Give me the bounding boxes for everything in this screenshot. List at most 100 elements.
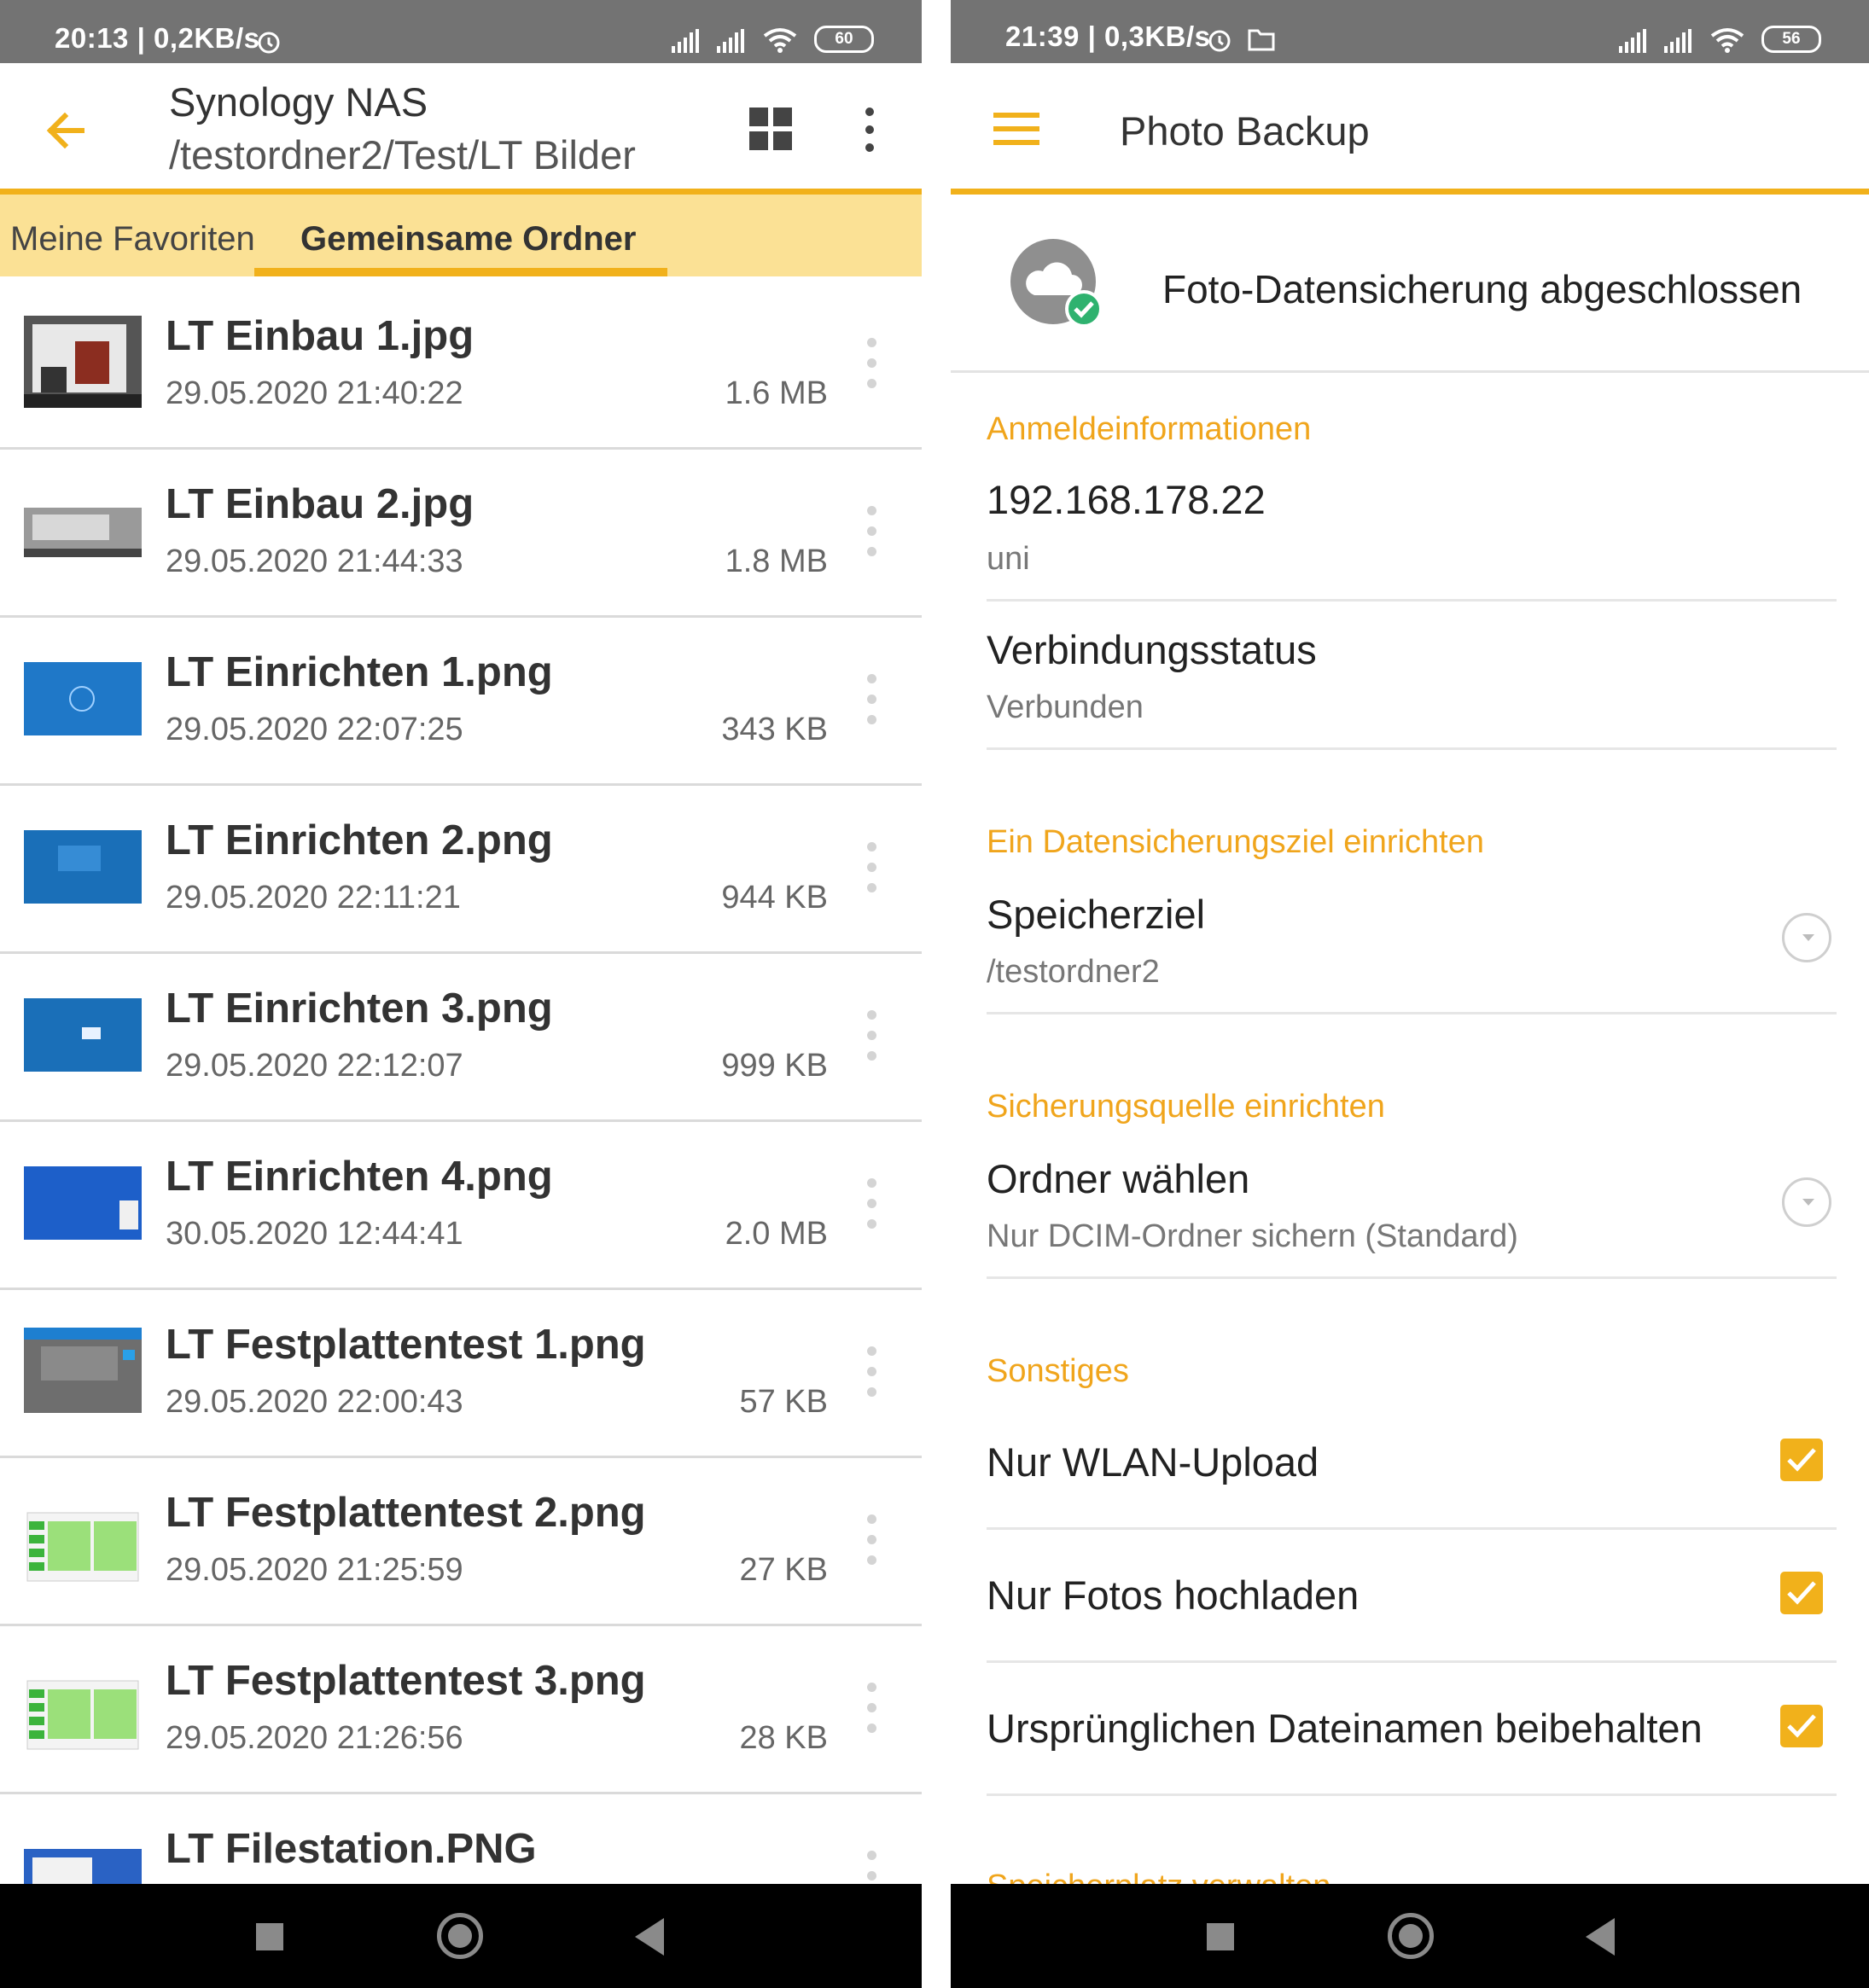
signal-icon [717,29,747,53]
file-date: 29.05.2020 21:40:22 [166,375,463,411]
back-button-icon[interactable] [1586,1918,1615,1956]
folder-select-label: Ordner wählen [987,1156,1250,1201]
file-size: 343 KB [721,712,828,747]
list-item[interactable]: LT Festplattentest 3.png 29.05.2020 21:2… [0,1626,922,1794]
more-options-icon[interactable] [865,1178,877,1229]
more-options-icon[interactable] [865,842,877,893]
file-date: 30.05.2020 12:44:41 [166,1216,463,1252]
account-user: uni [987,541,1030,577]
file-name: LT Festplattentest 3.png [166,1658,646,1704]
file-name: LT Einrichten 4.png [166,1154,553,1200]
wifi-icon [1710,28,1744,53]
hamburger-menu-icon[interactable] [993,113,1039,147]
file-name: LT Einbau 1.jpg [166,313,475,359]
storage-target-label: Speicherziel [987,892,1206,937]
folder-path: /testordner2/Test/LT Bilder [169,132,636,177]
status-bar: 20:13 | 0,2KB/s 60 [0,0,922,63]
divider [987,1660,1837,1663]
file-size: 944 KB [721,880,828,916]
list-item[interactable]: LT Einbau 1.jpg 29.05.2020 21:40:22 1.6 … [0,282,922,450]
chevron-down-icon[interactable] [1782,1177,1831,1227]
back-arrow-icon[interactable] [44,109,87,152]
file-name: LT Einrichten 1.png [166,649,553,695]
home-button-icon[interactable] [1388,1913,1434,1959]
file-size: 57 KB [739,1384,828,1420]
list-item[interactable]: LT Festplattentest 1.png 29.05.2020 22:0… [0,1290,922,1458]
section-header-backup-source: Sicherungsquelle einrichten [987,1089,1385,1125]
section-header-misc: Sonstiges [987,1353,1129,1389]
more-options-icon[interactable] [862,108,876,152]
app-toolbar: Photo Backup [951,63,1869,189]
more-options-icon[interactable] [865,1514,877,1566]
app-toolbar: Synology NAS /testordner2/Test/LT Bilder [0,63,922,189]
signal-icon [1618,29,1649,53]
battery-icon: 60 [814,26,874,53]
more-options-icon[interactable] [865,338,877,389]
more-options-icon[interactable] [865,1346,877,1398]
section-header-backup-target: Ein Datensicherungsziel einrichten [987,824,1484,860]
divider [987,747,1837,750]
file-name: LT Einrichten 3.png [166,985,553,1032]
list-item[interactable]: LT Einbau 2.jpg 29.05.2020 21:44:33 1.8 … [0,450,922,618]
file-thumbnail [24,316,142,408]
android-nav-bar [0,1884,922,1988]
connection-status-label: Verbindungsstatus [987,627,1317,672]
file-size: 27 KB [739,1552,828,1588]
divider [987,1276,1837,1279]
keep-filename-checkbox[interactable] [1780,1705,1823,1747]
list-item[interactable]: LT Einrichten 3.png 29.05.2020 22:12:07 … [0,954,922,1122]
toolbar-title: Photo Backup [1120,108,1370,154]
file-size: 1.6 MB [725,375,828,411]
chevron-down-icon[interactable] [1782,913,1831,962]
file-date: 29.05.2020 22:00:43 [166,1384,463,1420]
file-thumbnail [24,820,142,912]
file-size: 28 KB [739,1720,828,1756]
status-bar: 21:39 | 0,3KB/s 56 [951,0,1869,63]
file-size: 2.0 MB [725,1216,828,1252]
tab-favorites[interactable]: Meine Favoriten [10,220,255,259]
file-date: 29.05.2020 21:26:56 [166,1720,463,1756]
server-address[interactable]: 192.168.178.22 [987,476,1266,523]
backup-status-text: Foto-Datensicherung abgeschlossen [1162,267,1802,311]
list-item[interactable]: LT Einrichten 1.png 29.05.2020 22:07:25 … [0,618,922,786]
home-button-icon[interactable] [437,1913,483,1959]
wifi-only-upload-label: Nur WLAN-Upload [987,1439,1319,1485]
file-thumbnail [24,1492,142,1584]
file-name: LT Filestation.PNG [166,1826,537,1872]
divider [987,1527,1837,1530]
folder-select-value: Nur DCIM-Ordner sichern (Standard) [987,1218,1518,1254]
file-date: 29.05.2020 21:25:59 [166,1552,463,1588]
toolbar-accent-line [951,189,1869,195]
file-thumbnail [24,652,142,744]
folder-icon [1248,27,1275,55]
recents-button-icon[interactable] [1207,1923,1234,1950]
recents-button-icon[interactable] [256,1923,283,1950]
more-options-icon[interactable] [865,1010,877,1061]
file-date: 29.05.2020 21:44:33 [166,544,463,579]
divider [987,1012,1837,1014]
more-options-icon[interactable] [865,674,877,725]
back-button-icon[interactable] [635,1918,664,1956]
section-header-credentials: Anmeldeinformationen [987,411,1312,447]
synology-file-browser-screen: 20:13 | 0,2KB/s 60 Synology NAS /testord… [0,0,922,1988]
file-size: 999 KB [721,1048,828,1084]
divider [987,599,1837,602]
divider [987,1793,1837,1796]
file-name: LT Einbau 2.jpg [166,481,475,527]
more-options-icon[interactable] [865,506,877,557]
file-thumbnail [24,1324,142,1416]
grid-view-icon[interactable] [749,108,794,152]
photos-only-checkbox[interactable] [1780,1572,1823,1614]
file-date: 29.05.2020 22:11:21 [166,880,461,916]
file-date: 29.05.2020 22:07:25 [166,712,463,747]
file-thumbnail [24,1660,142,1753]
tab-shared-folders[interactable]: Gemeinsame Ordner [300,220,637,259]
list-item[interactable]: LT Festplattentest 2.png 29.05.2020 21:2… [0,1458,922,1626]
cloud-backup-done-icon [1010,239,1103,328]
list-item[interactable]: LT Einrichten 2.png 29.05.2020 22:11:21 … [0,786,922,954]
connection-status-value: Verbunden [987,689,1144,725]
list-item[interactable]: LT Einrichten 4.png 30.05.2020 12:44:41 … [0,1122,922,1290]
wifi-only-checkbox[interactable] [1780,1439,1823,1481]
more-options-icon[interactable] [865,1683,877,1734]
active-tab-indicator [254,268,667,276]
